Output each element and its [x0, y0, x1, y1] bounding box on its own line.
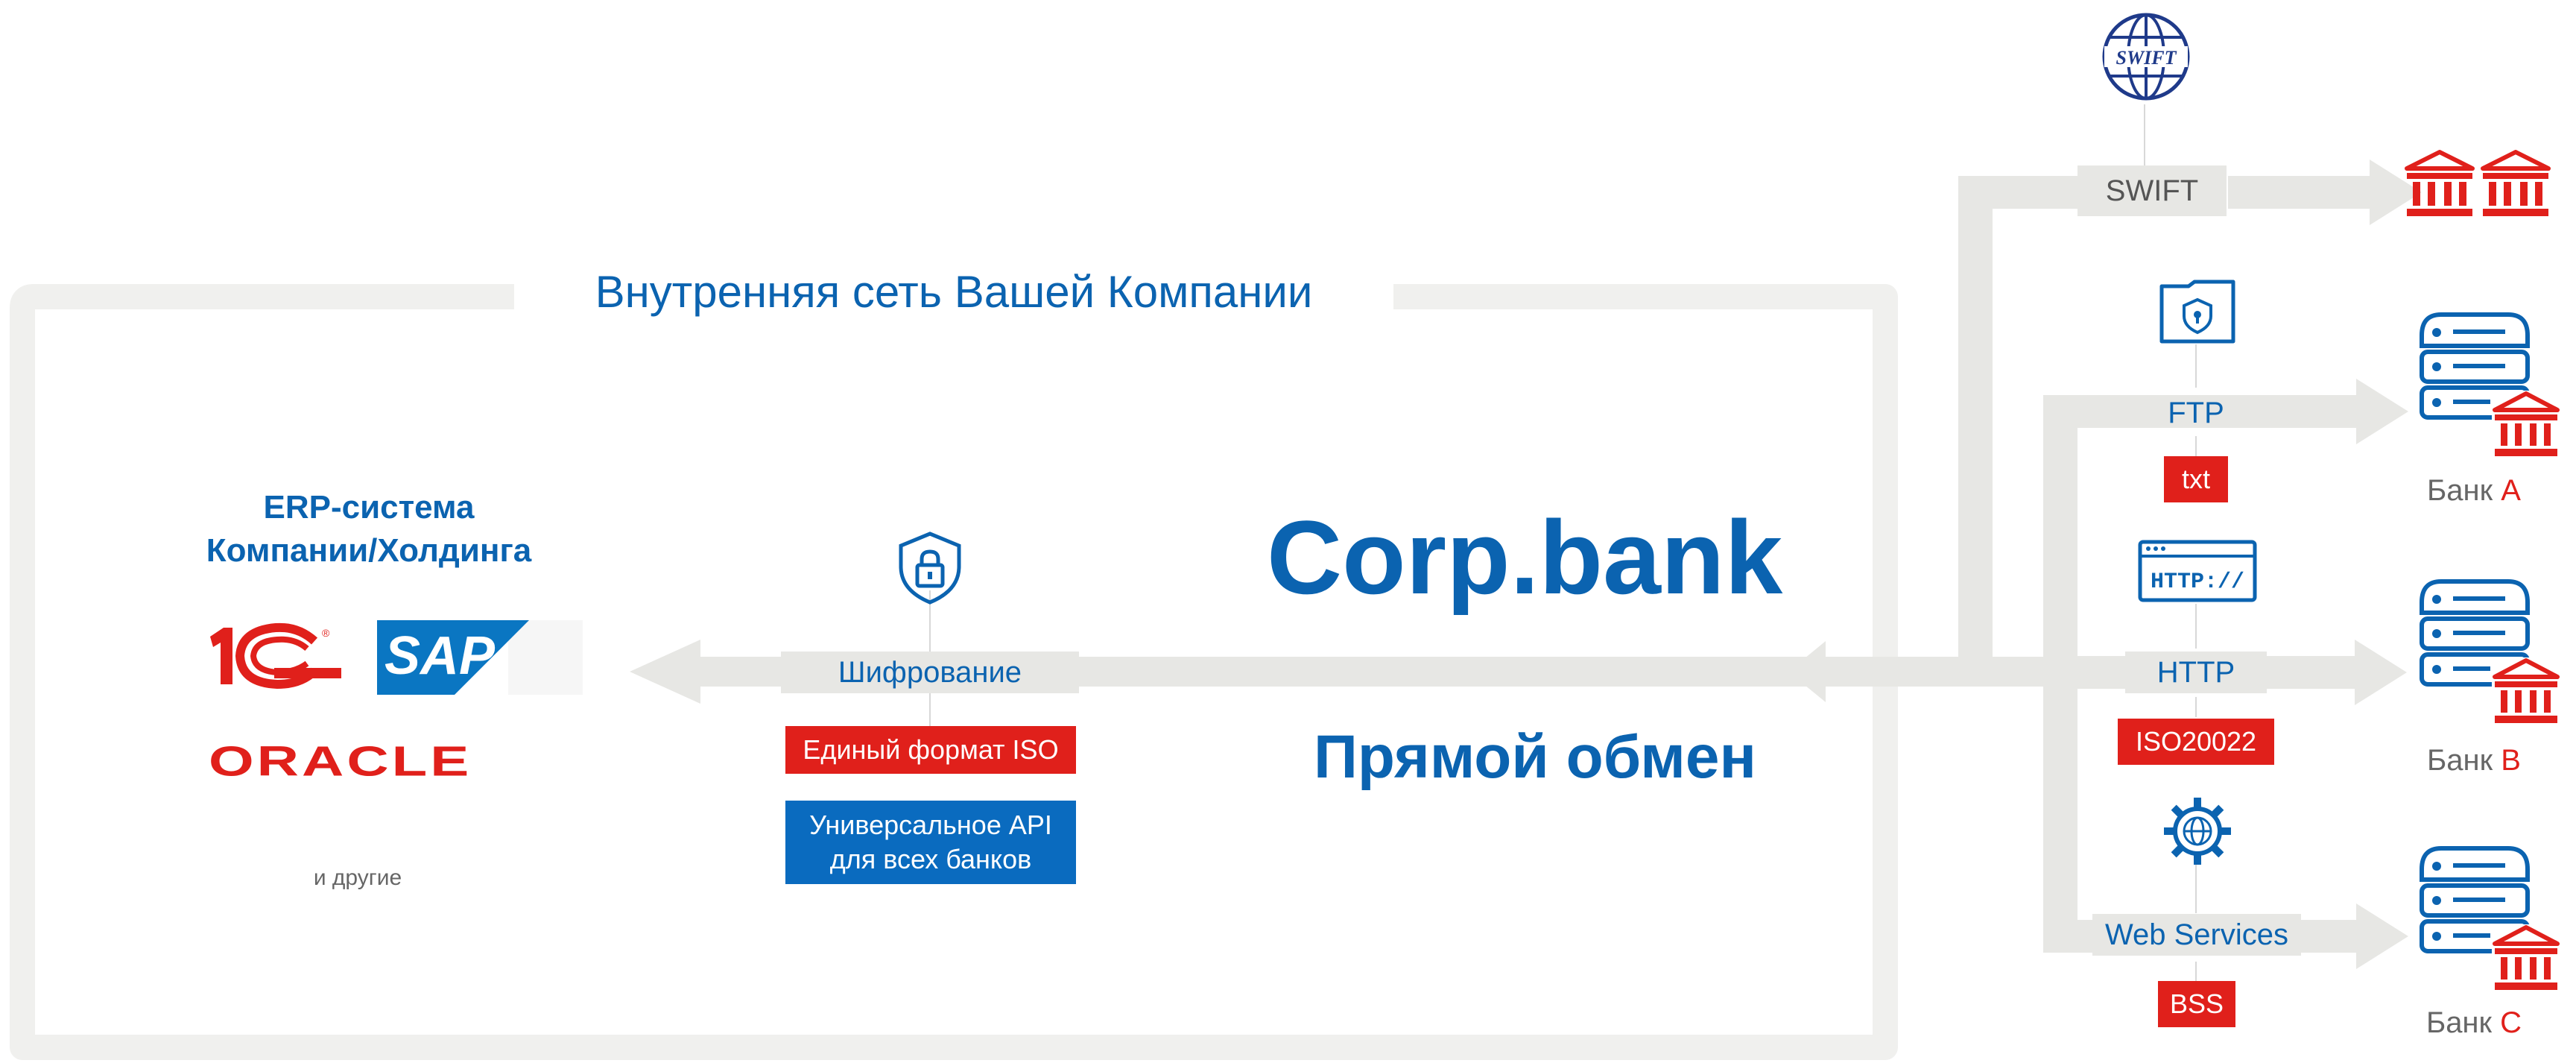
bank-server-icon — [2411, 841, 2560, 999]
bank-b-letter: B — [2501, 744, 2521, 777]
erp-title-line1: ERP-система — [263, 489, 475, 526]
universal-api-badge: Универсальное API для всех банков — [785, 801, 1076, 884]
bank-c-letter: C — [2500, 1006, 2522, 1039]
sap-logo: SAP ® — [377, 620, 583, 695]
bank-b-prefix: Банк — [2427, 744, 2493, 777]
iso-format-badge: Единый формат ISO — [785, 726, 1076, 774]
lock-shield-icon — [896, 531, 963, 605]
web-services-label: Web Services — [2092, 914, 2301, 956]
arrow-left-head — [630, 640, 700, 704]
http-window-text: HTTP:// — [2151, 570, 2244, 595]
ftp-format-badge: txt — [2164, 456, 2228, 502]
bank-server-icon — [2411, 574, 2560, 732]
swift-label: SWIFT — [2077, 165, 2227, 216]
encryption-label: Шифрование — [781, 652, 1079, 693]
api-line1: Универсальное API — [809, 810, 1052, 840]
bank-building-icon — [2480, 149, 2551, 218]
onec-logo: ® — [203, 622, 344, 690]
bank-c-prefix: Банк — [2425, 1006, 2493, 1039]
oracle-logo: ORACLE — [209, 737, 472, 785]
bank-a-prefix: Банк — [2427, 474, 2493, 507]
integration-diagram: Внутренняя сеть Вашей Компании ERP-систе… — [0, 0, 2576, 1063]
bank-building-icon — [2404, 149, 2475, 218]
svg-text:SAP: SAP — [384, 626, 496, 686]
bank-a-label: Банк A — [2399, 470, 2548, 511]
erp-title: ERP-система Компании/Холдинга — [164, 486, 574, 572]
bank-a-letter: A — [2501, 474, 2521, 507]
network-label: Внутренняя сеть Вашей Компании — [514, 262, 1393, 322]
bank-b-label: Банк B — [2399, 739, 2548, 781]
svg-text:®: ® — [472, 682, 481, 694]
arrow-right-left-head — [1788, 641, 1826, 702]
web-services-format-badge: BSS — [2158, 981, 2235, 1027]
swift-logo-text: SWIFT — [2116, 47, 2177, 69]
secure-folder-icon — [2159, 279, 2236, 344]
bank-server-icon — [2411, 307, 2560, 465]
erp-others-label: и другие — [313, 865, 402, 890]
brand-name: Corp.bank — [1267, 499, 1783, 616]
api-line2: для всех банков — [829, 844, 1032, 874]
erp-title-line2: Компании/Холдинга — [206, 532, 532, 569]
svg-text:®: ® — [322, 627, 330, 639]
http-format-badge: ISO20022 — [2118, 719, 2274, 765]
brand-tagline: Прямой обмен — [1313, 723, 1757, 791]
bank-c-label: Банк C — [2399, 1002, 2548, 1044]
http-label: HTTP — [2125, 652, 2267, 693]
web-services-gear-icon — [2164, 798, 2231, 865]
ftp-label: FTP — [2168, 397, 2224, 429]
http-window-icon: HTTP:// — [2138, 540, 2257, 602]
swift-trunk — [1958, 176, 1993, 668]
swift-globe-icon: SWIFT — [2100, 10, 2192, 103]
